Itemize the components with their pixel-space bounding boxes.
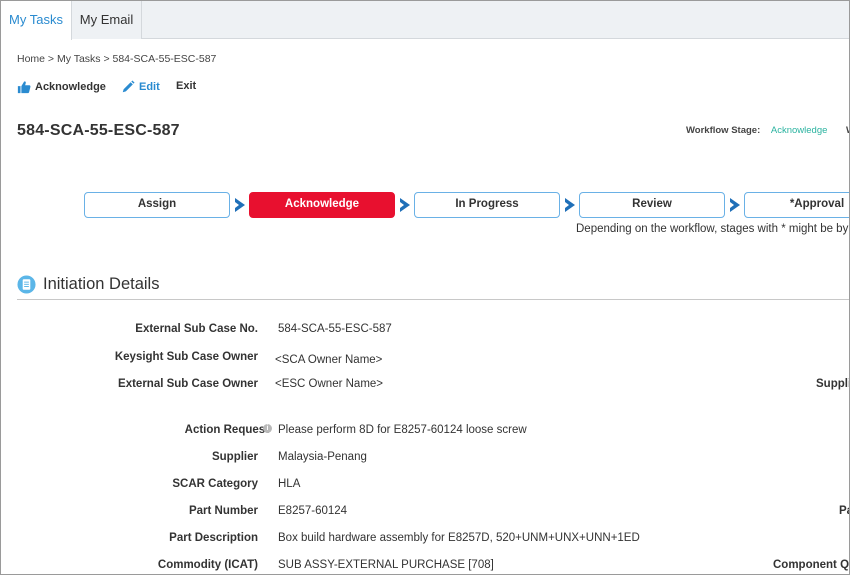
chevron-right-icon	[235, 198, 245, 212]
field-value-commodity-icat: SUB ASSY-EXTERNAL PURCHASE [708]	[278, 559, 494, 571]
workflow-stage-label: Workflow Stage:	[686, 125, 761, 136]
action-request-label: Action Request	[184, 424, 269, 436]
tab-bar: My Tasks My Email	[1, 1, 849, 40]
field-value-keysight-sub-case-owner: <SCA Owner Name>	[275, 354, 383, 366]
edit-label: Edit	[139, 81, 160, 93]
edit-button[interactable]: Edit	[121, 80, 160, 94]
stage-review[interactable]: Review	[579, 192, 725, 218]
stage-assign[interactable]: Assign	[84, 192, 230, 218]
workflow-next-truncated: W	[846, 125, 849, 136]
field-label-scar-category: SCAR Category	[172, 478, 258, 490]
workflow-stage: Workflow Stage: Acknowledge W	[686, 125, 849, 136]
info-icon[interactable]: i	[263, 424, 272, 433]
field-value-external-sub-case-owner: <ESC Owner Name>	[275, 378, 384, 390]
acknowledge-label: Acknowledge	[35, 81, 106, 93]
field-value-supplier: Malaysia-Penang	[278, 451, 367, 463]
right-label-component-truncated: Component Q	[773, 559, 850, 571]
field-label-action-request: Action Request	[185, 424, 269, 436]
stage-note: Depending on the workflow, stages with *…	[576, 223, 849, 235]
pencil-icon	[122, 80, 135, 93]
field-label-supplier: Supplier	[211, 451, 258, 463]
section-title: Initiation Details	[43, 274, 160, 293]
field-value-action-request: Please perform 8D for E8257-60124 loose …	[278, 424, 527, 436]
field-value-part-description: Box build hardware assembly for E8257D, …	[278, 532, 640, 544]
stage-in-progress[interactable]: In Progress	[414, 192, 560, 218]
page-title: 584-SCA-55-ESC-587	[17, 122, 180, 139]
field-label-external-sub-case-no: External Sub Case No.	[135, 323, 258, 335]
tab-my-tasks[interactable]: My Tasks	[1, 1, 72, 40]
section-divider	[17, 299, 849, 300]
app-window: My Tasks My Email Home > My Tasks > 584-…	[0, 0, 850, 575]
workflow-stage-value: Acknowledge	[770, 125, 828, 136]
section-header: Initiation Details	[17, 273, 159, 295]
field-value-scar-category: HLA	[278, 478, 301, 490]
field-label-commodity-icat: Commodity (ICAT)	[157, 559, 258, 571]
stage-acknowledge[interactable]: Acknowledge	[249, 192, 395, 218]
right-label-supplier-truncated: Suppli	[816, 378, 850, 390]
chevron-right-icon	[565, 198, 575, 212]
tab-my-email[interactable]: My Email	[72, 1, 142, 39]
field-label-external-sub-case-owner: External Sub Case Owner	[118, 378, 258, 390]
acknowledge-button[interactable]: Acknowledge	[17, 80, 106, 94]
exit-button[interactable]: Exit	[176, 80, 196, 92]
field-label-part-description: Part Description	[169, 532, 258, 544]
field-label-keysight-sub-case-owner: Keysight Sub Case Owner	[114, 351, 258, 363]
chevron-right-icon	[400, 198, 410, 212]
breadcrumb: Home > My Tasks > 584-SCA-55-ESC-587	[17, 53, 217, 65]
field-value-external-sub-case-no: 584-SCA-55-ESC-587	[278, 323, 392, 335]
exit-label: Exit	[176, 80, 197, 92]
field-value-part-number: E8257-60124	[278, 505, 348, 517]
thumbs-up-icon	[17, 81, 31, 94]
chevron-right-icon	[730, 198, 740, 212]
document-icon	[17, 274, 36, 294]
right-label-part-truncated: Pa	[839, 505, 849, 517]
stage-approval[interactable]: *Approval	[744, 192, 849, 218]
field-label-part-number: Part Number	[188, 505, 258, 517]
